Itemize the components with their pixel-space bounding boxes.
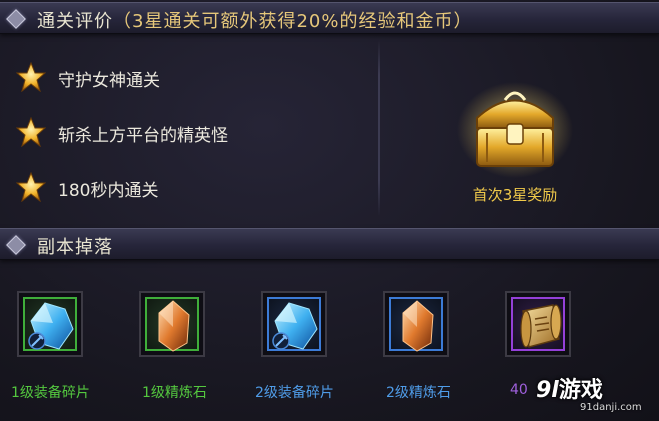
rivet-icon bbox=[6, 235, 26, 255]
rarity-border bbox=[511, 297, 565, 351]
item-frame bbox=[383, 291, 449, 357]
drop-item-slot[interactable] bbox=[139, 291, 209, 361]
goal-label: 守护女神通关 bbox=[58, 71, 160, 91]
treasure-chest-icon bbox=[457, 82, 573, 178]
drop-item-slot[interactable] bbox=[505, 291, 575, 361]
item-frame bbox=[17, 291, 83, 357]
goal-label: 180秒内通关 bbox=[58, 181, 159, 201]
blue-crystal-icon bbox=[28, 302, 74, 350]
three-star-reward[interactable]: 首次3星奖励 bbox=[455, 78, 575, 213]
drop-item-slot[interactable] bbox=[383, 291, 453, 361]
item-frame bbox=[505, 291, 571, 357]
orange-crystal-icon bbox=[402, 300, 434, 352]
item-name: 2级装备碎片 bbox=[255, 385, 334, 401]
item-frame bbox=[139, 291, 205, 357]
evaluation-title: 通关评价（3星通关可额外获得20%的经验和金币） bbox=[37, 7, 472, 33]
item-name: 1级装备碎片 bbox=[11, 385, 90, 401]
rarity-border bbox=[389, 297, 443, 352]
item-frame bbox=[261, 291, 327, 357]
orange-crystal-icon bbox=[158, 300, 190, 352]
rivet-icon bbox=[6, 9, 26, 29]
star-icon bbox=[16, 62, 46, 92]
evaluation-header: 通关评价（3星通关可额外获得20%的经验和金币） bbox=[0, 2, 659, 34]
rarity-border bbox=[145, 297, 199, 352]
drop-item-slot[interactable] bbox=[17, 291, 87, 361]
panel-divider bbox=[378, 40, 380, 216]
star-icon bbox=[16, 117, 46, 147]
evaluation-note: （3星通关可额外获得20%的经验和金币） bbox=[113, 11, 473, 32]
star-icon bbox=[16, 172, 46, 202]
drops-header: 副本掉落 bbox=[0, 228, 659, 260]
item-name: 2级精炼石 bbox=[386, 385, 451, 401]
drops-title: 副本掉落 bbox=[37, 237, 113, 258]
watermark-logo-number: 9l bbox=[536, 378, 559, 403]
goal-label: 斩杀上方平台的精英怪 bbox=[58, 126, 228, 146]
watermark-logo: 9l游戏 bbox=[536, 372, 603, 404]
watermark-logo-text: 游戏 bbox=[558, 378, 603, 403]
reward-caption: 首次3星奖励 bbox=[472, 186, 558, 204]
blue-crystal-icon bbox=[272, 302, 318, 350]
evaluation-title-label: 通关评价 bbox=[37, 11, 113, 32]
scroll-icon bbox=[520, 304, 562, 348]
item-name: 1级精炼石 bbox=[142, 385, 207, 401]
rarity-border bbox=[267, 297, 321, 351]
site-watermark: 9l游戏 91danji.com bbox=[522, 370, 659, 421]
drop-item-slot[interactable] bbox=[261, 291, 331, 361]
watermark-url: 91danji.com bbox=[580, 402, 642, 413]
rarity-border bbox=[23, 297, 77, 351]
